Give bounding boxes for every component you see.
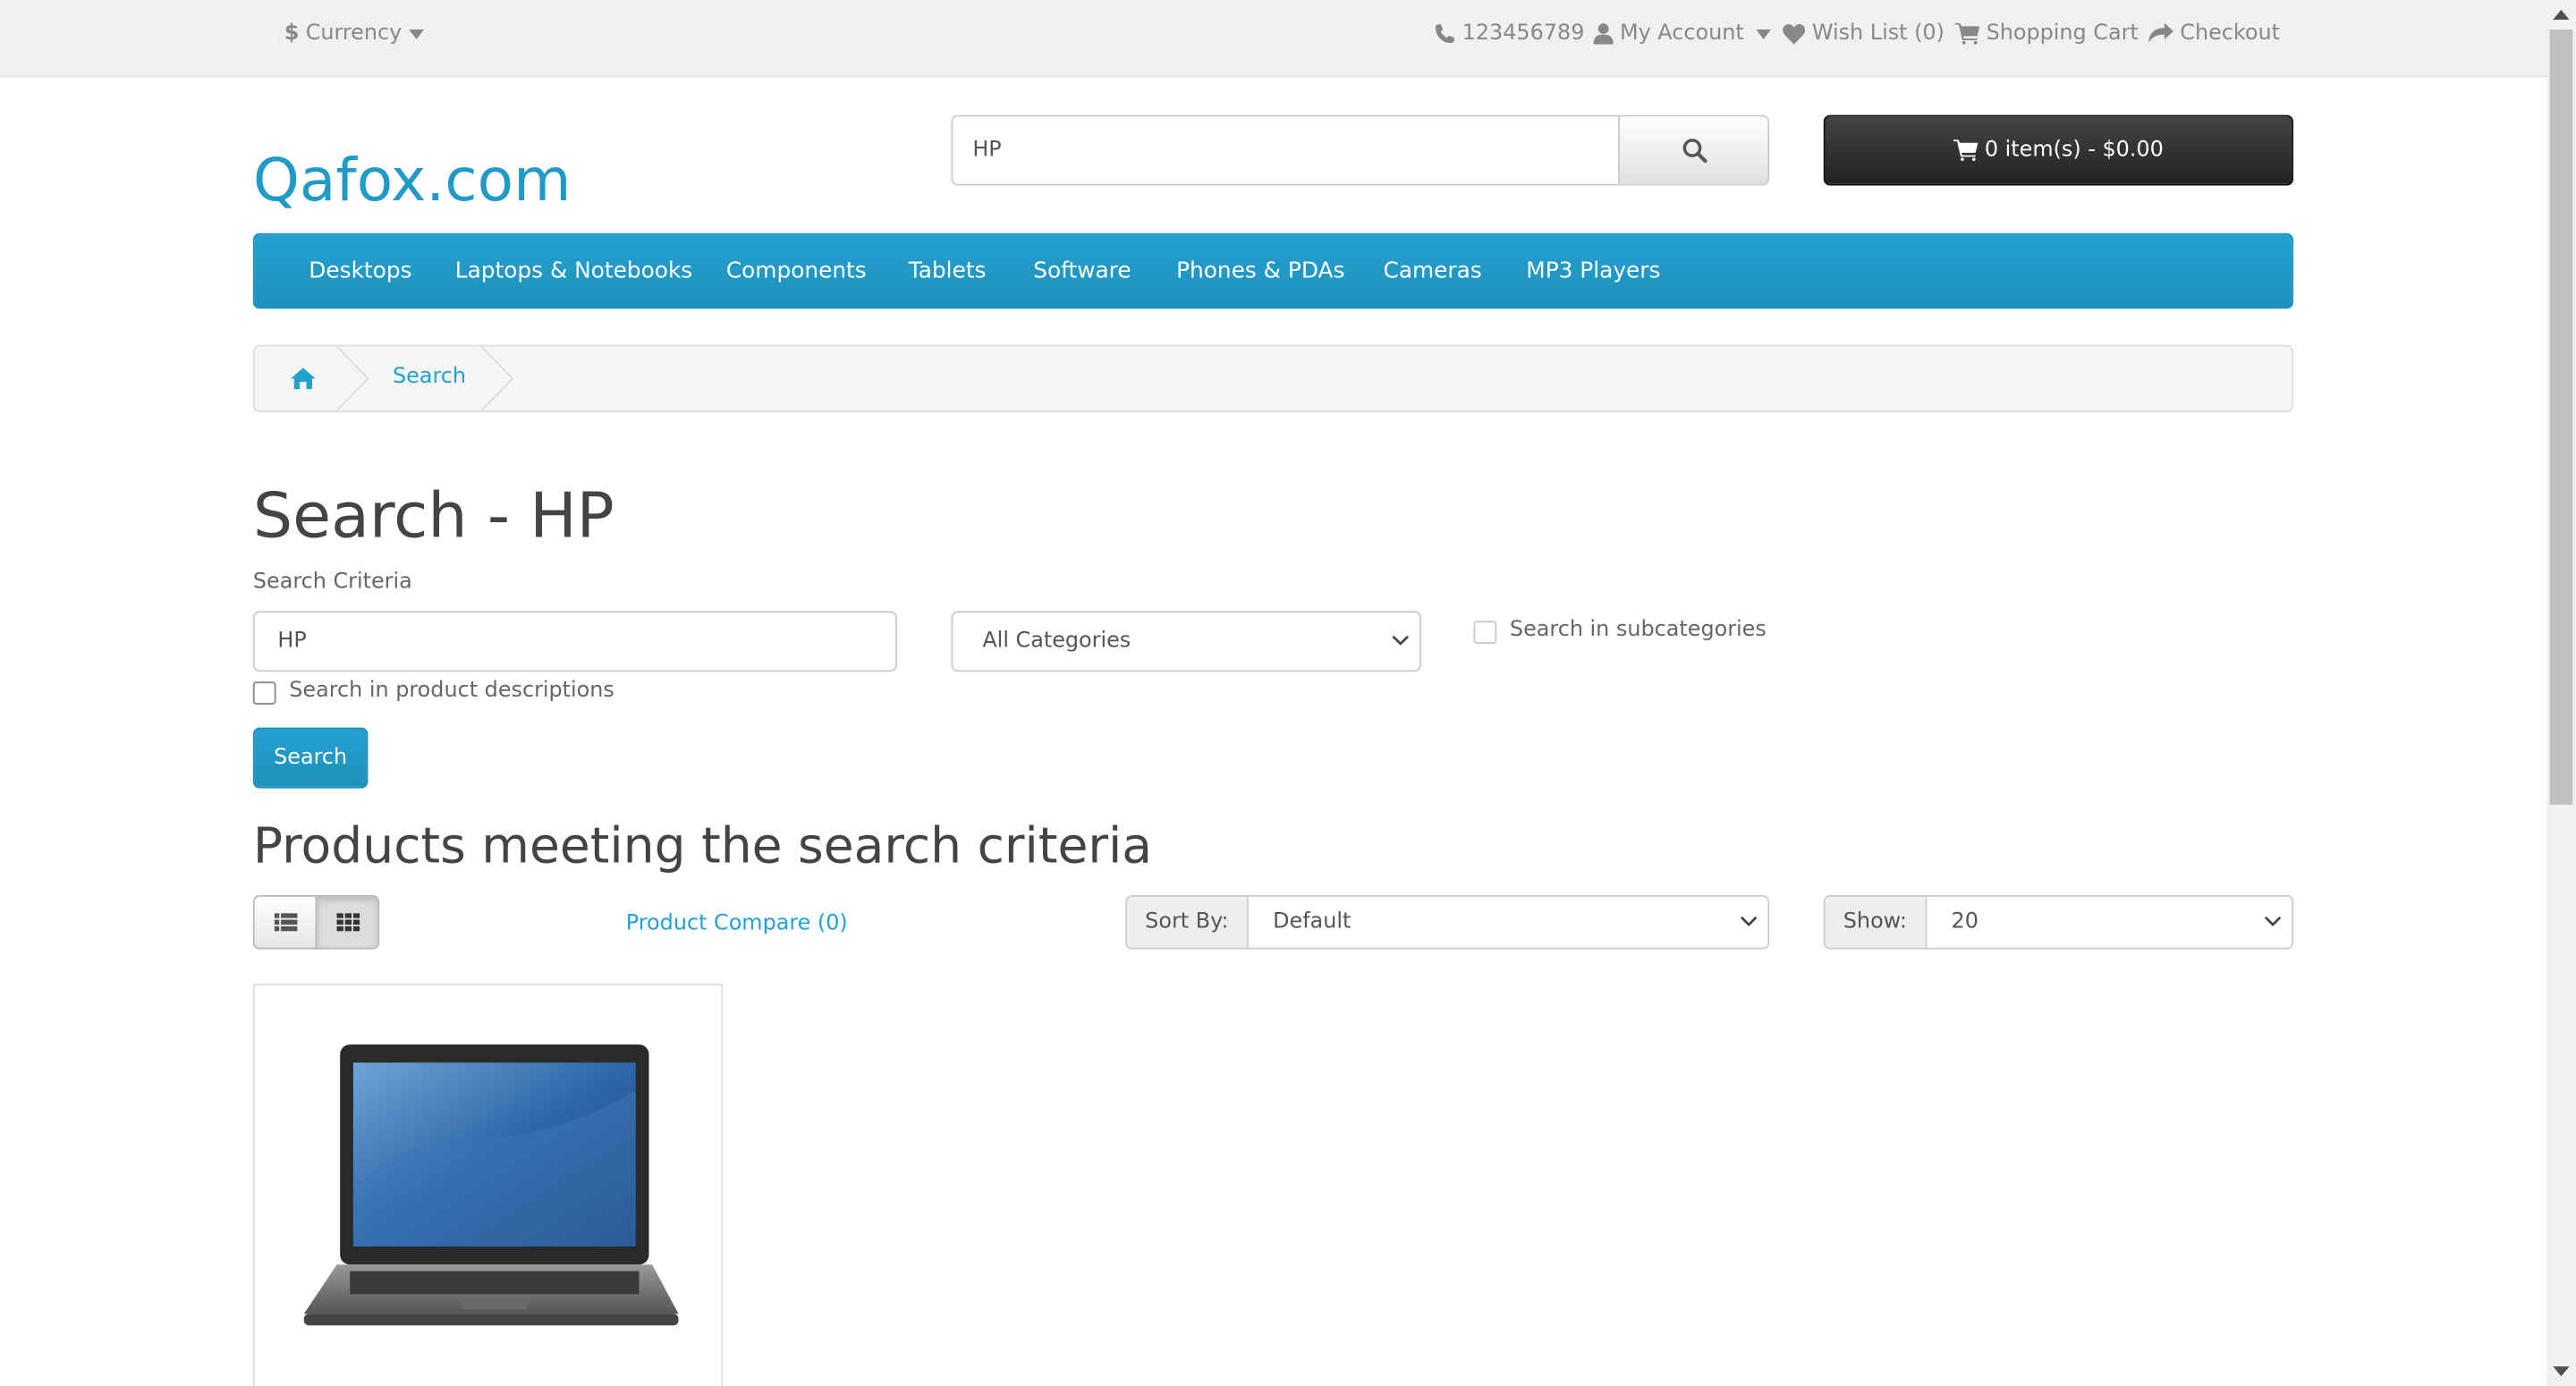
breadcrumb-separator <box>336 346 369 411</box>
menu-item-components[interactable]: Components <box>726 258 867 283</box>
menu-item-cameras[interactable]: Cameras <box>1384 258 1482 283</box>
show-limit-label: Show: <box>1825 896 1927 948</box>
currency-label: Currency <box>305 21 402 46</box>
wish-list-link[interactable]: Wish List (0) <box>1783 21 1945 46</box>
show-limit-value: 20 <box>1951 909 1979 935</box>
menu-item-laptops-notebooks[interactable]: Laptops & Notebooks <box>455 258 692 283</box>
breadcrumb-search[interactable]: Search <box>393 365 466 390</box>
sort-by-group: Sort By: Default <box>1125 895 1770 950</box>
breadcrumb-separator <box>481 346 514 411</box>
checkout-label: Checkout <box>2180 21 2281 46</box>
chevron-down-icon <box>1392 635 1410 646</box>
header-search-button[interactable] <box>1618 114 1770 186</box>
search-button[interactable]: Search <box>252 727 369 789</box>
breadcrumb-home[interactable] <box>291 365 316 396</box>
phone-number: 123456789 <box>1462 21 1585 46</box>
search-criteria-label: Search Criteria <box>252 570 412 595</box>
product-image-laptop[interactable] <box>301 1041 679 1333</box>
cart-summary-label: 0 item(s) - $0.00 <box>1984 138 2164 163</box>
product-card[interactable] <box>252 984 724 1386</box>
share-icon <box>2148 22 2174 43</box>
list-icon <box>273 913 297 932</box>
top-bar: $ Currency 123456789 My Account Wish Lis… <box>0 0 2546 78</box>
phone-icon <box>1435 24 1454 44</box>
menu-item-tablets[interactable]: Tablets <box>909 258 987 283</box>
main-menu: Desktops Laptops & Notebooks Components … <box>252 232 2294 309</box>
show-limit-group: Show: 20 <box>1823 895 2294 950</box>
sort-by-value: Default <box>1273 909 1352 935</box>
results-heading: Products meeting the search criteria <box>252 817 1153 875</box>
site-logo[interactable]: Qafox.com <box>253 148 572 215</box>
breadcrumb: Search <box>252 344 2294 413</box>
scroll-down-arrow-icon[interactable] <box>2553 1366 2570 1377</box>
chevron-down-icon <box>2264 916 2282 927</box>
list-view-button[interactable] <box>252 895 318 950</box>
wish-list-label: Wish List (0) <box>1811 21 1945 46</box>
product-compare-link[interactable]: Product Compare (0) <box>626 911 848 936</box>
category-select-value: All Categories <box>982 629 1131 655</box>
caret-down-icon <box>1755 29 1771 39</box>
checkout-link[interactable]: Checkout <box>2148 21 2280 46</box>
category-select[interactable]: All Categories <box>951 611 1421 672</box>
currency-dropdown[interactable]: $ Currency <box>284 21 424 46</box>
sort-by-label: Sort By: <box>1126 896 1249 948</box>
scroll-thumb[interactable] <box>2549 30 2573 805</box>
currency-symbol: $ <box>284 21 300 46</box>
vertical-scrollbar[interactable] <box>2546 0 2576 1386</box>
subcategories-checkbox[interactable] <box>1473 621 1497 644</box>
show-limit-select[interactable]: 20 <box>1926 896 2292 948</box>
sort-by-select[interactable]: Default <box>1248 896 1768 948</box>
my-account-label: My Account <box>1619 21 1744 46</box>
grid-icon <box>335 913 360 932</box>
descriptions-label: Search in product descriptions <box>289 678 614 704</box>
subcategories-label: Search in subcategories <box>1509 617 1767 643</box>
menu-item-software[interactable]: Software <box>1033 258 1131 283</box>
caret-down-icon <box>408 29 424 39</box>
chevron-down-icon <box>1740 916 1758 927</box>
shopping-cart-label: Shopping Cart <box>1986 21 2139 46</box>
home-icon <box>291 368 316 390</box>
menu-item-mp3-players[interactable]: MP3 Players <box>1526 258 1660 283</box>
menu-item-phones-pdas[interactable]: Phones & PDAs <box>1176 258 1344 283</box>
cart-icon <box>1954 22 1980 45</box>
grid-view-button[interactable] <box>315 895 380 950</box>
header-search-input[interactable]: HP <box>951 114 1620 186</box>
user-icon <box>1593 23 1614 45</box>
menu-item-desktops[interactable]: Desktops <box>309 258 411 283</box>
heart-icon <box>1783 24 1806 45</box>
shopping-cart-link[interactable]: Shopping Cart <box>1954 21 2139 46</box>
cart-summary-button[interactable]: 0 item(s) - $0.00 <box>1823 114 2294 186</box>
page-title: Search - HP <box>252 479 614 553</box>
phone-link[interactable]: 123456789 <box>1434 21 1584 46</box>
view-toggle <box>252 895 380 950</box>
search-icon <box>1682 139 1707 163</box>
cart-icon <box>1953 139 1979 161</box>
search-criteria-input[interactable]: HP <box>252 611 897 672</box>
my-account-dropdown[interactable]: My Account <box>1593 21 1771 46</box>
descriptions-checkbox[interactable] <box>252 681 276 705</box>
scroll-up-arrow-icon[interactable] <box>2553 10 2570 21</box>
